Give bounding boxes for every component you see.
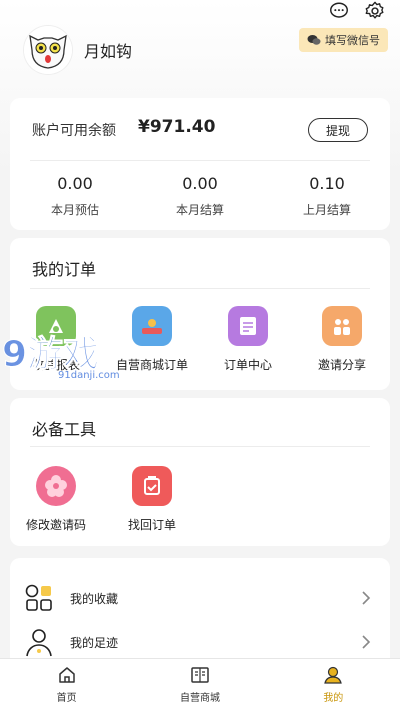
balance-amount: ¥971.40 — [138, 117, 216, 137]
favorites-icon — [25, 584, 52, 611]
grid-item-revenue-report[interactable]: 收益报表 — [8, 306, 104, 373]
report-icon — [36, 306, 76, 346]
tab-label: 我的 — [323, 693, 344, 704]
flower-icon — [36, 466, 76, 506]
username: 月如钩 — [84, 42, 133, 61]
divider — [30, 446, 370, 447]
tab-home[interactable]: 首页 — [0, 659, 133, 710]
stat-last-month-settled[interactable]: 0.10 上月结算 — [272, 174, 382, 218]
divider — [30, 288, 370, 289]
footprint-icon — [26, 629, 52, 657]
orders-card: 我的订单 收益报表 自营商城订单 订单中心 邀请分享 — [10, 238, 390, 390]
stat-month-estimate[interactable]: 0.00 本月预估 — [20, 174, 130, 218]
stat-label: 本月结算 — [175, 203, 224, 217]
order-icon — [228, 306, 268, 346]
profile-icon — [324, 666, 343, 684]
fill-wechat-button[interactable]: 填写微信号 — [299, 28, 388, 52]
stat-value: 0.00 — [182, 174, 218, 193]
chevron-right-icon — [362, 591, 371, 605]
grid-label: 邀请分享 — [317, 358, 366, 372]
grid-label: 自营商城订单 — [115, 358, 188, 372]
tab-profile[interactable]: 我的 — [267, 659, 400, 710]
cat-avatar-icon — [24, 26, 72, 74]
section-title: 我的订单 — [32, 260, 97, 279]
list-card: 我的收藏 我的足迹 — [10, 558, 390, 668]
tools-card: 必备工具 修改邀请码 找回订单 — [10, 398, 390, 546]
top-icons — [328, 0, 386, 22]
settings-icon[interactable] — [364, 0, 386, 22]
stat-month-settled[interactable]: 0.00 本月结算 — [145, 174, 255, 218]
list-item-label: 我的足迹 — [70, 635, 119, 650]
stat-value: 0.00 — [57, 174, 93, 193]
retrieve-icon — [132, 466, 172, 506]
list-item-label: 我的收藏 — [70, 591, 119, 606]
list-item-favorites[interactable]: 我的收藏 — [10, 576, 390, 620]
book-icon — [191, 667, 209, 683]
stat-label: 上月结算 — [302, 203, 351, 217]
grid-item-invite-share[interactable]: 邀请分享 — [294, 306, 390, 373]
invite-icon — [322, 306, 362, 346]
grid-label: 修改邀请码 — [25, 518, 86, 532]
divider — [30, 160, 370, 161]
grid-item-shop-orders[interactable]: 自营商城订单 — [104, 306, 200, 373]
tab-shop[interactable]: 自营商城 — [133, 659, 266, 710]
wechat-button-label: 填写微信号 — [325, 34, 380, 47]
grid-item-edit-invite-code[interactable]: 修改邀请码 — [8, 466, 104, 533]
chevron-right-icon — [362, 635, 371, 649]
balance-card: 账户可用余额 ¥971.40 提现 0.00 本月预估 0.00 本月结算 0.… — [10, 98, 390, 230]
grid-label: 找回订单 — [127, 518, 176, 532]
stat-label: 本月预估 — [50, 203, 99, 217]
grid-label: 收益报表 — [31, 358, 80, 372]
withdraw-button[interactable]: 提现 — [308, 118, 368, 142]
grid-label: 订单中心 — [223, 358, 272, 372]
wechat-icon — [307, 35, 321, 45]
stat-value: 0.10 — [309, 174, 345, 193]
home-icon — [58, 667, 75, 683]
avatar[interactable] — [24, 26, 72, 74]
grid-item-order-center[interactable]: 订单中心 — [200, 306, 296, 373]
tab-bar: 首页 自营商城 我的 — [0, 658, 400, 710]
message-icon[interactable] — [328, 0, 350, 22]
shop-icon — [132, 306, 172, 346]
section-title: 必备工具 — [32, 420, 97, 439]
tab-label: 自营商城 — [179, 693, 220, 704]
grid-item-retrieve-order[interactable]: 找回订单 — [104, 466, 200, 533]
tab-label: 首页 — [56, 693, 77, 704]
balance-label: 账户可用余额 — [32, 123, 116, 139]
